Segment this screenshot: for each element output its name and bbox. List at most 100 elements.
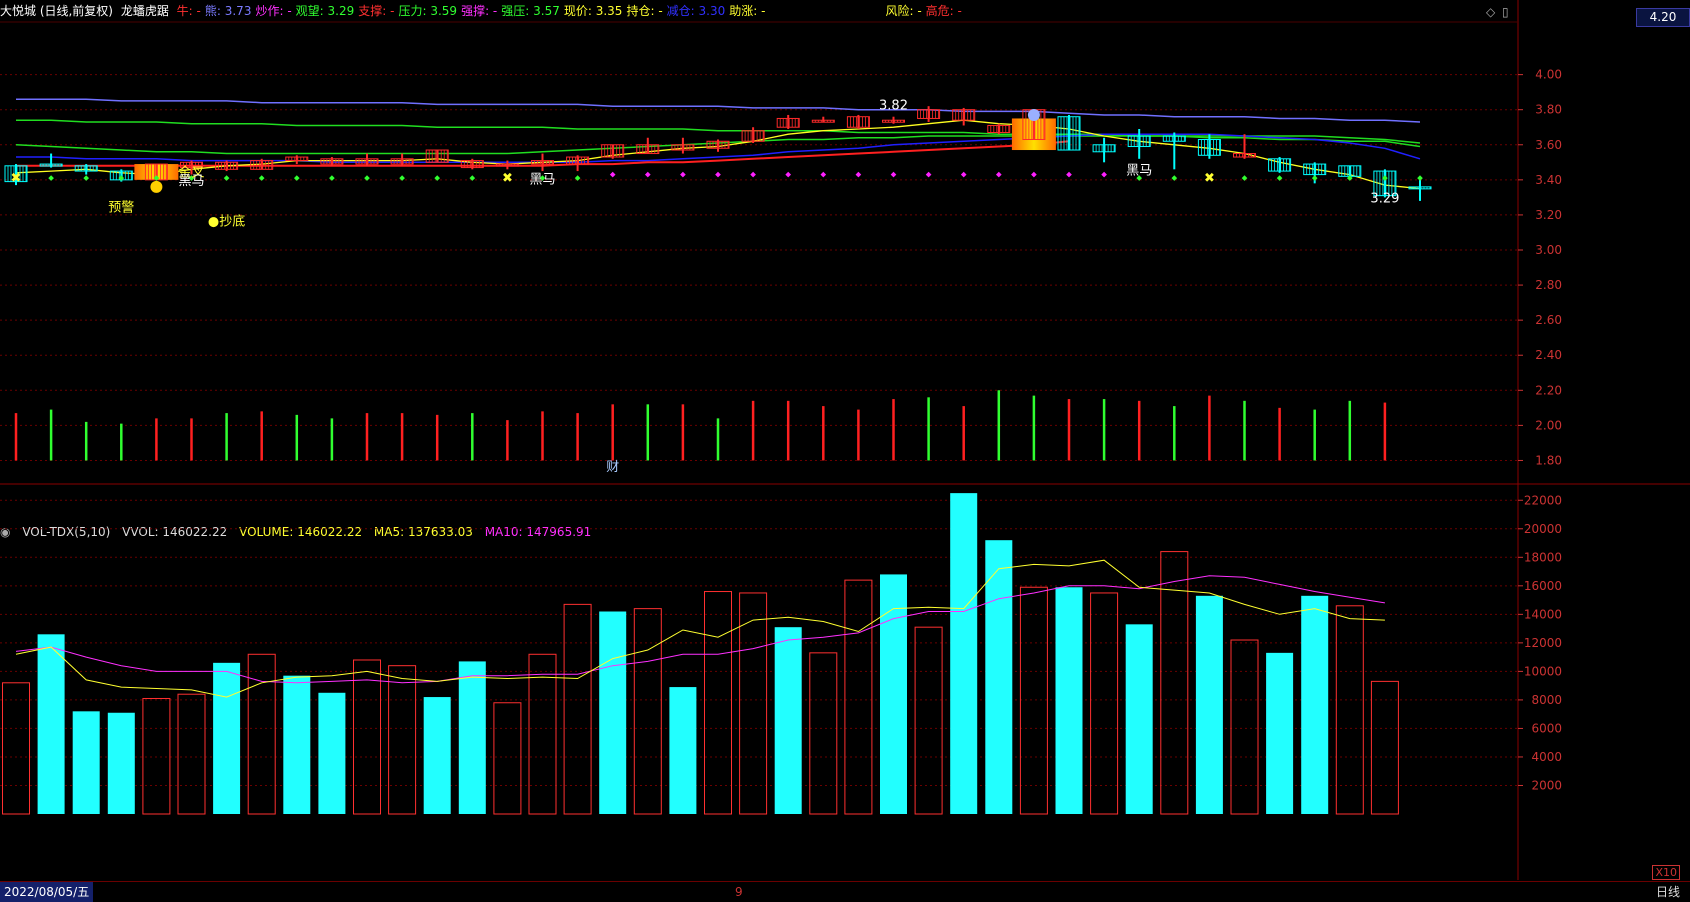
chart-annotation: 黑马: [1126, 164, 1152, 179]
volume-bar: [844, 579, 873, 815]
volume-bar: [563, 603, 592, 815]
price-tick-label: 3.00: [1535, 243, 1562, 257]
volume-bar: [37, 634, 65, 814]
volume-bar: [1125, 624, 1153, 814]
volume-bar: [669, 687, 697, 814]
price-tick-label: 3.40: [1535, 173, 1562, 187]
smiley-icon: [150, 180, 163, 193]
volume-bar: [914, 626, 943, 815]
volume-bar: [1195, 595, 1223, 814]
signal-dot: [644, 171, 651, 178]
signal-dot: [258, 175, 265, 181]
volume-tick-label: 4000: [1531, 750, 1562, 764]
volume-bar: [528, 653, 557, 815]
volume-bar: [388, 665, 417, 815]
scale-badge[interactable]: X10: [1652, 865, 1680, 880]
volume-bar: [1370, 680, 1399, 815]
price-tick-label: 2.20: [1535, 383, 1562, 397]
signal-dot: [820, 171, 827, 178]
chart-annotation: 3.29: [1370, 192, 1399, 207]
volume-bar: [213, 662, 241, 814]
volume-bar: [177, 693, 206, 815]
signal-dot: [785, 171, 792, 178]
volume-bar: [1335, 605, 1364, 815]
signal-dot: [223, 175, 230, 181]
volume-bar: [1266, 652, 1294, 814]
volume-bar: [739, 592, 768, 815]
signal-dot: [329, 175, 335, 181]
bull-line: [16, 98, 1421, 123]
volume-bar: [423, 697, 451, 814]
signal-dot: [715, 171, 721, 178]
signal-dot: [680, 171, 686, 178]
volume-bar: [1055, 587, 1083, 814]
signal-dot: [855, 171, 862, 178]
volume-tick-label: 8000: [1531, 693, 1562, 707]
volume-bar: [458, 661, 486, 814]
volume-bar: [142, 697, 171, 815]
chart-annotation: 预警: [108, 199, 134, 215]
volume-bar: [72, 711, 100, 814]
price-tick-label: 2.00: [1535, 418, 1562, 432]
signal-dot: [48, 175, 54, 181]
price-tick-label: 2.40: [1535, 348, 1562, 362]
volume-tick-label: 14000: [1524, 607, 1562, 621]
signal-x-mark: ✖: [11, 171, 22, 186]
volume-bar: [1090, 592, 1119, 815]
volume-bar: [493, 702, 522, 815]
volume-tick-label: 2000: [1531, 778, 1562, 792]
volume-tick-label: 12000: [1524, 636, 1562, 650]
volume-bar: [774, 627, 802, 814]
signal-dot: [995, 171, 1002, 178]
volume-bar: [985, 540, 1013, 814]
volume-bar: [1019, 586, 1048, 815]
signal-dot: [1101, 171, 1107, 178]
price-tick-label: 4.00: [1535, 68, 1562, 82]
chart-annotation: 3.82: [879, 99, 908, 114]
volume-bar: [1301, 595, 1329, 814]
signal-dot: [960, 171, 967, 178]
volume-bar: [704, 591, 732, 815]
volume-bar: [880, 574, 907, 814]
signal-dot: [750, 171, 756, 178]
volume-tick-label: 16000: [1524, 579, 1562, 593]
volume-bar: [1230, 639, 1259, 815]
signal-dot: [609, 171, 616, 178]
volume-bar: [2, 682, 30, 815]
volume-tick-label: 18000: [1524, 550, 1562, 564]
volume-tick-label: 6000: [1531, 721, 1562, 735]
volume-tick-label: 10000: [1524, 664, 1562, 678]
volume-bar: [107, 712, 135, 814]
volume-bar: [283, 675, 311, 814]
price-tick-label: 3.80: [1535, 103, 1562, 117]
price-tick-label: 3.20: [1535, 208, 1562, 222]
volume-bar: [353, 659, 381, 815]
signal-x-mark: ✖: [1204, 171, 1215, 186]
volume-bar: [950, 493, 978, 814]
volume-tick-label: 22000: [1524, 493, 1562, 507]
smiley-icon: [1027, 108, 1040, 121]
signal-dot: [1066, 171, 1072, 178]
chart-annotation: ●抄底: [208, 213, 245, 229]
signal-x-mark: ✖: [502, 171, 513, 186]
volume-bar: [633, 608, 662, 815]
chart-annotation: 财: [606, 460, 619, 475]
price-tick-label: 3.60: [1535, 138, 1562, 152]
signal-dot: [83, 175, 90, 181]
volume-bar: [599, 611, 627, 814]
period-label[interactable]: 日线: [1656, 882, 1680, 902]
signal-dot: [1031, 171, 1037, 178]
chart-annotation: 黑马: [529, 172, 555, 187]
signal-dot: [925, 171, 932, 178]
chart-canvas[interactable]: 4.00 3.80 3.60 3.40 3.20 3.00 2.80 2.60 2.40 2.20…: [0, 0, 1690, 902]
volume-tick-label: 20000: [1524, 522, 1562, 536]
chart-annotation: 黑马: [178, 174, 204, 189]
volume-bar: [318, 692, 346, 814]
month-mark: 9: [735, 885, 743, 899]
volume-bar: [809, 652, 838, 815]
price-tick-label: 2.60: [1535, 313, 1562, 327]
price-tick-label: 1.80: [1535, 453, 1562, 467]
signal-dot: [890, 171, 897, 178]
date-label: 2022/08/05/五: [0, 882, 94, 902]
signal-dot: [293, 175, 300, 181]
